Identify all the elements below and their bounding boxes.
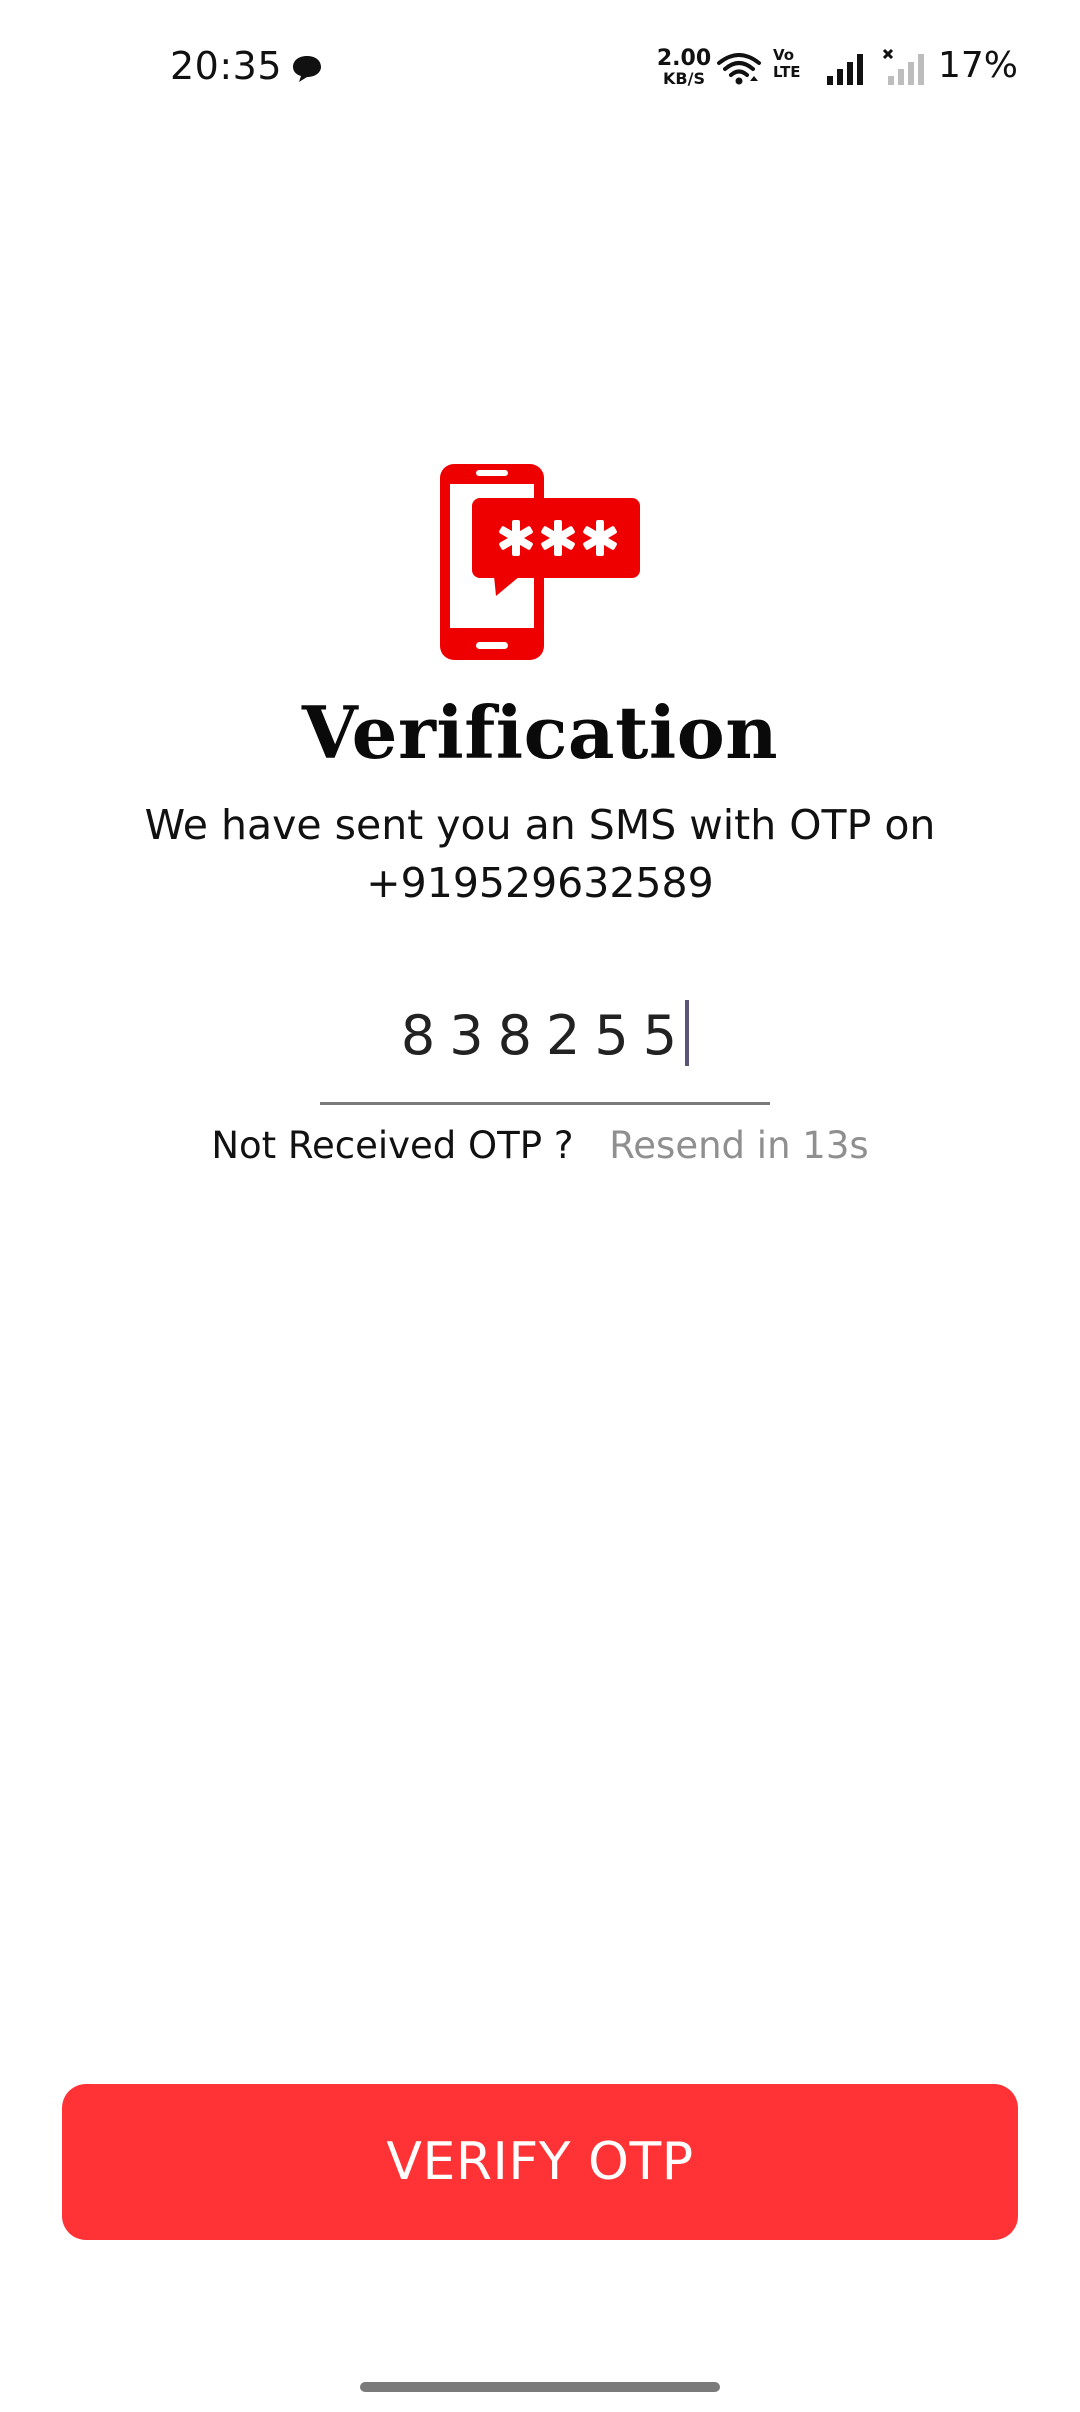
home-indicator[interactable] [360,2382,720,2392]
page-title: Verification [301,690,779,775]
otp-input-underline [320,1102,770,1105]
chat-notification-icon [293,56,321,82]
status-time: 20:35 [170,44,283,88]
network-speed: 2.00 KB/S [656,46,712,88]
volte-icon: Vo LTE [773,46,801,81]
otp-digits: 838255 [400,1004,692,1067]
phone-number: +919529632589 [366,859,714,907]
resend-row: Not Received OTP ? Resend in 13s [0,1124,1080,1167]
signal-strength-icon [827,54,863,85]
resend-otp-link[interactable]: Resend in 13s [609,1124,868,1167]
status-bar: 20:35 2.00 KB/S Vo LTE 17% [0,0,1080,140]
sms-sent-message: We have sent you an SMS with OTP on +919… [0,796,1080,912]
battery-level: 17% [938,45,1019,86]
otp-phone-icon [440,464,640,660]
verify-otp-button[interactable]: VERIFY OTP [62,2084,1018,2240]
not-received-label: Not Received OTP ? [211,1124,574,1167]
otp-input[interactable]: 838255 [320,980,770,1106]
wifi-icon [717,53,761,85]
text-cursor [685,1000,690,1066]
no-signal-icon [882,48,924,85]
otp-input-value[interactable]: 838255 [320,1000,770,1067]
sms-sent-text: We have sent you an SMS with OTP on [144,801,936,849]
